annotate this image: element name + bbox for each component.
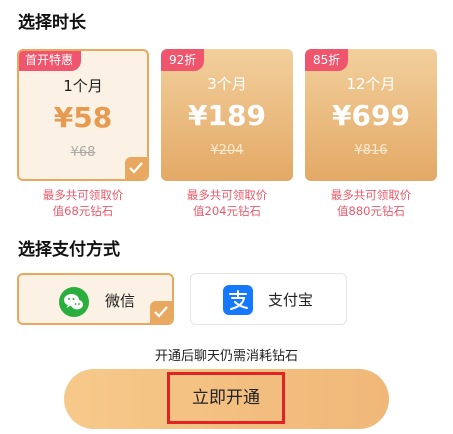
- plan-card-1-month[interactable]: 首开特惠 1个月 ¥58 ¥68: [17, 49, 149, 181]
- plan-card-12-months[interactable]: 85折 12个月 ¥699 ¥816: [305, 49, 437, 181]
- plan-note-line1: 最多共可领取价: [186, 188, 268, 202]
- pay-label-wechat: 微信: [105, 292, 136, 310]
- alipay-icon: [223, 285, 253, 315]
- plan-original-price: ¥204: [210, 143, 244, 158]
- plan-price: ¥189: [188, 99, 266, 132]
- open-action-bar[interactable]: 立即开通: [64, 369, 389, 429]
- pay-label-alipay: 支付宝: [268, 291, 314, 309]
- plan-duration: 12个月: [346, 75, 396, 93]
- plan-duration: 3个月: [207, 75, 247, 93]
- plan-note-line2: 值68元钻石: [52, 204, 114, 218]
- plan-note-line2: 值204元钻石: [193, 204, 261, 218]
- pay-option-alipay[interactable]: 支付宝: [190, 273, 347, 325]
- duration-section-title: 选择时长: [18, 13, 86, 33]
- plan-note-line1: 最多共可领取价: [330, 188, 412, 202]
- notice-text: 开通后聊天仍需消耗钻石: [154, 349, 298, 364]
- open-now-button[interactable]: 立即开通: [167, 372, 285, 424]
- plan-badge: 92折: [161, 49, 205, 71]
- plan-note-line1: 最多共可领取价: [42, 188, 124, 202]
- payment-section-title: 选择支付方式: [18, 240, 120, 260]
- plan-note: 最多共可领取价 值68元钻石: [17, 187, 149, 219]
- plan-card-3-months[interactable]: 92折 3个月 ¥189 ¥204: [161, 49, 293, 181]
- selected-check-icon: [150, 301, 172, 323]
- wechat-icon: [59, 287, 89, 317]
- plan-original-price: ¥816: [354, 143, 388, 158]
- plan-badge: 首开特惠: [19, 51, 82, 71]
- selected-check-icon: [125, 157, 147, 179]
- plan-duration: 1个月: [63, 77, 103, 95]
- plan-note: 最多共可领取价 值880元钻石: [305, 187, 437, 219]
- plan-price: ¥58: [53, 101, 113, 134]
- plan-badge: 85折: [305, 49, 349, 71]
- pay-option-wechat[interactable]: 微信: [17, 273, 174, 325]
- plan-note-line2: 值880元钻石: [337, 204, 405, 218]
- plan-price: ¥699: [332, 99, 410, 132]
- plan-note: 最多共可领取价 值204元钻石: [161, 187, 293, 219]
